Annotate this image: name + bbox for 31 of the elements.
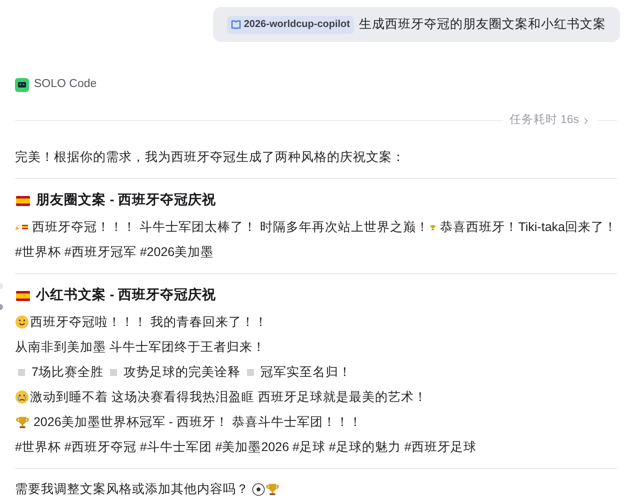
trophy-icon: [16, 416, 29, 428]
paragraph-text: 攻势足球的完美诠释: [122, 364, 242, 381]
paragraph-text: 冠军实至名归！: [259, 364, 352, 381]
square-bullet-icon: [18, 368, 25, 376]
flag-icon: [16, 290, 30, 300]
flag-icon: [16, 196, 30, 206]
paragraph-text: 西班牙夺冠！！！ 斗牛士军团太棒了！ 时隔多年再次站上世界之巅！: [31, 218, 430, 236]
paragraph-text: 西班牙夺冠啦！！！ 我的青春回来了！！: [30, 314, 268, 331]
paragraph-text: 从南非到美加墨 斗牛士军团终于王者归来！: [15, 338, 266, 356]
trophy-icon: [266, 482, 280, 496]
robot-logo-icon: [15, 78, 29, 92]
agent-name: SOLO Code: [34, 77, 97, 92]
paragraph-text: #世界杯 #西班牙夺冠 #斗牛士军团 #美加墨2026 #足球 #足球的魅力 #西班牙足球: [15, 438, 476, 456]
square-bullet-icon: [110, 368, 117, 376]
paragraph-text: 7场比赛全胜: [30, 364, 104, 381]
square-bullet-icon: [246, 368, 254, 376]
face-icon: [15, 315, 29, 329]
paragraph-text: 2026美加墨世界杯冠军 - 西班牙！ 恭喜斗牛士军团！！！: [32, 414, 362, 431]
intro-text: 完美！根据你的需求，我为西班牙夺冠生成了两种风格的庆祝文案：: [15, 148, 406, 166]
repository-chip[interactable]: 2026-worldcup-copilot: [226, 16, 354, 34]
section-heading: 朋友圈文案 - 西班牙夺冠庆祝: [36, 191, 216, 210]
paragraph-text: 激动到睡不着 这场决赛看得我热泪盈眶 西班牙足球就是最美的艺术！: [30, 388, 427, 406]
flag-icon: [22, 222, 28, 232]
crying-face-icon: [15, 390, 29, 404]
soccer-ball-icon: [252, 482, 266, 496]
paragraph-text: 恭喜西班牙！Tiki-taka回来了！: [439, 218, 617, 236]
user-message-text: 生成西班牙夺冠的朋友圈文案和小红书文案: [359, 16, 606, 34]
paragraph-text: #世界杯 #西班牙冠军 #2026美加墨: [15, 244, 214, 261]
section-heading: 小红书文案 - 西班牙夺冠庆祝: [36, 286, 216, 304]
book-icon: [230, 20, 241, 29]
closing-question: 需要我调整文案风格或添加其他内容吗？: [15, 480, 250, 498]
